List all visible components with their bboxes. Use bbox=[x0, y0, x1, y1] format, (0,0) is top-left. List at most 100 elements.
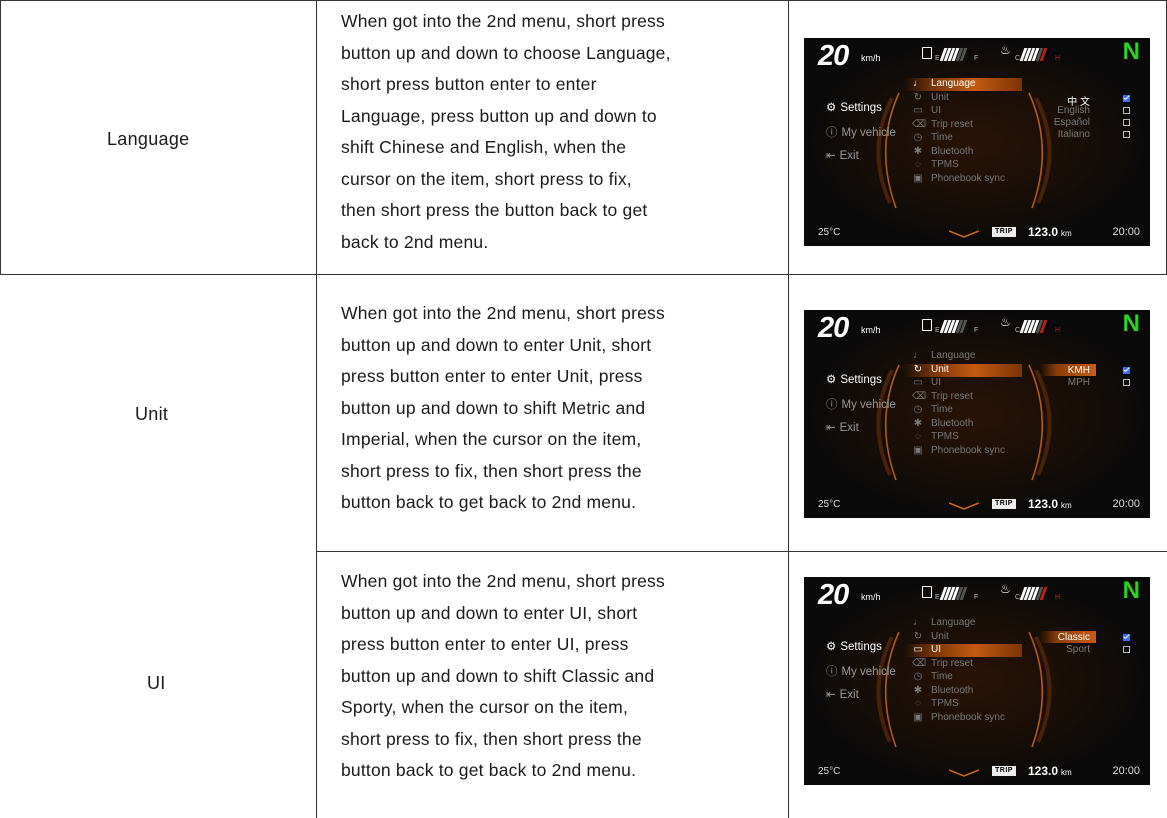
checkbox-unchecked[interactable] bbox=[1123, 379, 1130, 386]
left-menu-item-exit[interactable]: ⇤ Exit bbox=[826, 420, 859, 434]
fuel-icon bbox=[922, 47, 932, 59]
trip-distance-unit: km bbox=[1061, 768, 1072, 777]
submenu-item-tpms[interactable]: ◌ TPMS bbox=[912, 431, 959, 442]
left-menu-label: Settings bbox=[840, 102, 882, 114]
left-menu-item-settings[interactable]: ⚙ Settings bbox=[826, 372, 882, 386]
submenu-item-time[interactable]: ◷ Time bbox=[912, 404, 953, 415]
left-menu-label: Exit bbox=[839, 150, 859, 162]
tire-pressure-icon: ◌ bbox=[915, 698, 921, 709]
tire-pressure-icon: ◌ bbox=[915, 431, 921, 442]
row-description-unit: When got into the 2nd menu, short press … bbox=[341, 298, 761, 519]
submenu-item-bluetooth[interactable]: ✱ Bluetooth bbox=[912, 146, 973, 157]
left-menu-item-my-vehicle[interactable]: ⓘ My vehicle bbox=[826, 124, 896, 140]
left-menu-item-settings[interactable]: ⚙ Settings bbox=[826, 639, 882, 653]
submenu-item-trip-reset[interactable]: ⌫ Trip reset bbox=[912, 119, 973, 130]
trip-badge: TRIP bbox=[992, 227, 1016, 237]
speed-unit: km/h bbox=[861, 53, 881, 63]
temp-hot-label: H bbox=[1055, 55, 1061, 62]
refresh-icon: ↻ bbox=[913, 91, 923, 103]
submenu-label: TPMS bbox=[931, 159, 959, 170]
trip-distance-value: 123.0 bbox=[1028, 764, 1059, 778]
bluetooth-icon: ✱ bbox=[913, 684, 923, 696]
submenu-item-time[interactable]: ◷ Time bbox=[912, 671, 953, 682]
left-menu-label: Settings bbox=[840, 641, 882, 653]
fuel-level-bars bbox=[939, 587, 968, 600]
speed-readout: 20 bbox=[818, 312, 849, 344]
left-menu-item-my-vehicle[interactable]: ⓘ My vehicle bbox=[826, 396, 896, 412]
option-label[interactable]: Español bbox=[1054, 117, 1090, 128]
checkbox-unchecked[interactable] bbox=[1123, 107, 1130, 114]
trip-distance: 123.0 km bbox=[1028, 225, 1072, 239]
left-menu-label: Exit bbox=[839, 689, 859, 701]
submenu-item-unit[interactable]: ↻ Unit bbox=[912, 364, 949, 375]
bluetooth-icon: ✱ bbox=[913, 145, 923, 157]
contacts-icon: ▣ bbox=[913, 711, 923, 723]
left-menu-item-exit[interactable]: ⇤ Exit bbox=[826, 687, 859, 701]
description-line: When got into the 2nd menu, short press bbox=[341, 303, 665, 323]
trip-distance-value: 123.0 bbox=[1028, 497, 1059, 511]
option-label[interactable]: Italiano bbox=[1058, 129, 1090, 140]
temp-level-bars bbox=[1019, 48, 1048, 61]
checkbox-checked[interactable] bbox=[1123, 367, 1130, 374]
exit-icon: ⇤ bbox=[826, 689, 836, 701]
option-label[interactable]: KMH bbox=[1068, 365, 1090, 376]
table-row-divider-2 bbox=[316, 551, 1167, 552]
submenu-label: Trip reset bbox=[931, 118, 973, 130]
submenu-item-ui[interactable]: ▭ UI bbox=[912, 377, 941, 388]
row-label-language: Language bbox=[107, 129, 190, 149]
submenu-item-trip-reset[interactable]: ⌫ Trip reset bbox=[912, 658, 973, 669]
checkbox-unchecked[interactable] bbox=[1123, 131, 1130, 138]
submenu-item-ui[interactable]: ▭ UI bbox=[912, 105, 941, 116]
trip-distance-unit: km bbox=[1061, 501, 1072, 510]
submenu-label: UI bbox=[931, 644, 941, 655]
table-border-left bbox=[0, 0, 1, 275]
submenu-label: Bluetooth bbox=[931, 684, 974, 696]
submenu-label: Unit bbox=[931, 91, 949, 103]
dashboard-screen-unit: 20 km/h E F ♨ C H N ⚙ Settings ⓘ My vehicle ⇤ Exit ♩ La… bbox=[804, 310, 1150, 518]
gear-indicator: N bbox=[1122, 310, 1140, 337]
submenu-item-tpms[interactable]: ◌ TPMS bbox=[912, 698, 959, 709]
submenu-label: Trip reset bbox=[931, 657, 973, 669]
submenu-label: TPMS bbox=[931, 431, 959, 442]
row-label-unit: Unit bbox=[135, 404, 169, 424]
option-label[interactable]: Sport bbox=[1066, 644, 1090, 655]
submenu-item-unit[interactable]: ↻ Unit bbox=[912, 631, 949, 642]
submenu-item-language[interactable]: ♩ Language bbox=[912, 78, 976, 89]
gear-icon: ⚙ bbox=[826, 374, 837, 386]
checkbox-checked[interactable] bbox=[1123, 95, 1130, 102]
description-line: button back to get back to 2nd menu. bbox=[341, 492, 637, 512]
clock-icon: ◷ bbox=[913, 404, 923, 415]
description-line: back to 2nd menu. bbox=[341, 231, 489, 252]
submenu-item-trip-reset[interactable]: ⌫ Trip reset bbox=[912, 391, 973, 402]
description-line: short press to fix, then short press the bbox=[341, 460, 642, 481]
option-label[interactable]: MPH bbox=[1068, 377, 1090, 388]
checkbox-unchecked[interactable] bbox=[1123, 119, 1130, 126]
submenu-item-unit[interactable]: ↻ Unit bbox=[912, 92, 949, 103]
submenu-item-bluetooth[interactable]: ✱ Bluetooth bbox=[912, 418, 973, 429]
gear-indicator: N bbox=[1122, 38, 1140, 65]
option-label[interactable]: Classic bbox=[1058, 632, 1090, 643]
option-label[interactable]: English bbox=[1057, 105, 1090, 116]
fuel-icon bbox=[922, 319, 932, 331]
contacts-icon: ▣ bbox=[913, 444, 923, 456]
checkbox-unchecked[interactable] bbox=[1123, 646, 1130, 653]
submenu-item-language[interactable]: ♩ Language bbox=[912, 617, 976, 628]
left-menu-item-my-vehicle[interactable]: ⓘ My vehicle bbox=[826, 663, 896, 679]
submenu-item-language[interactable]: ♩ Language bbox=[912, 350, 976, 361]
submenu-item-time[interactable]: ◷ Time bbox=[912, 132, 953, 143]
table-divider-col2 bbox=[788, 0, 789, 818]
checkbox-checked[interactable] bbox=[1123, 634, 1130, 641]
left-menu-label: My vehicle bbox=[841, 666, 896, 678]
gear-icon: ⚙ bbox=[826, 102, 837, 114]
submenu-item-phonebook-sync[interactable]: ▣ Phonebook sync bbox=[912, 173, 1005, 184]
left-menu-item-exit[interactable]: ⇤ Exit bbox=[826, 148, 859, 162]
submenu-item-tpms[interactable]: ◌ TPMS bbox=[912, 159, 959, 170]
submenu-item-ui[interactable]: ▭ UI bbox=[912, 644, 941, 655]
left-menu-item-settings[interactable]: ⚙ Settings bbox=[826, 100, 882, 114]
info-icon: ⓘ bbox=[826, 666, 838, 678]
submenu-item-bluetooth[interactable]: ✱ Bluetooth bbox=[912, 685, 973, 696]
submenu-item-phonebook-sync[interactable]: ▣ Phonebook sync bbox=[912, 712, 1005, 723]
table-border-top bbox=[0, 0, 1167, 1]
description-line: press button enter to enter Unit, press bbox=[341, 366, 643, 386]
submenu-item-phonebook-sync[interactable]: ▣ Phonebook sync bbox=[912, 445, 1005, 456]
